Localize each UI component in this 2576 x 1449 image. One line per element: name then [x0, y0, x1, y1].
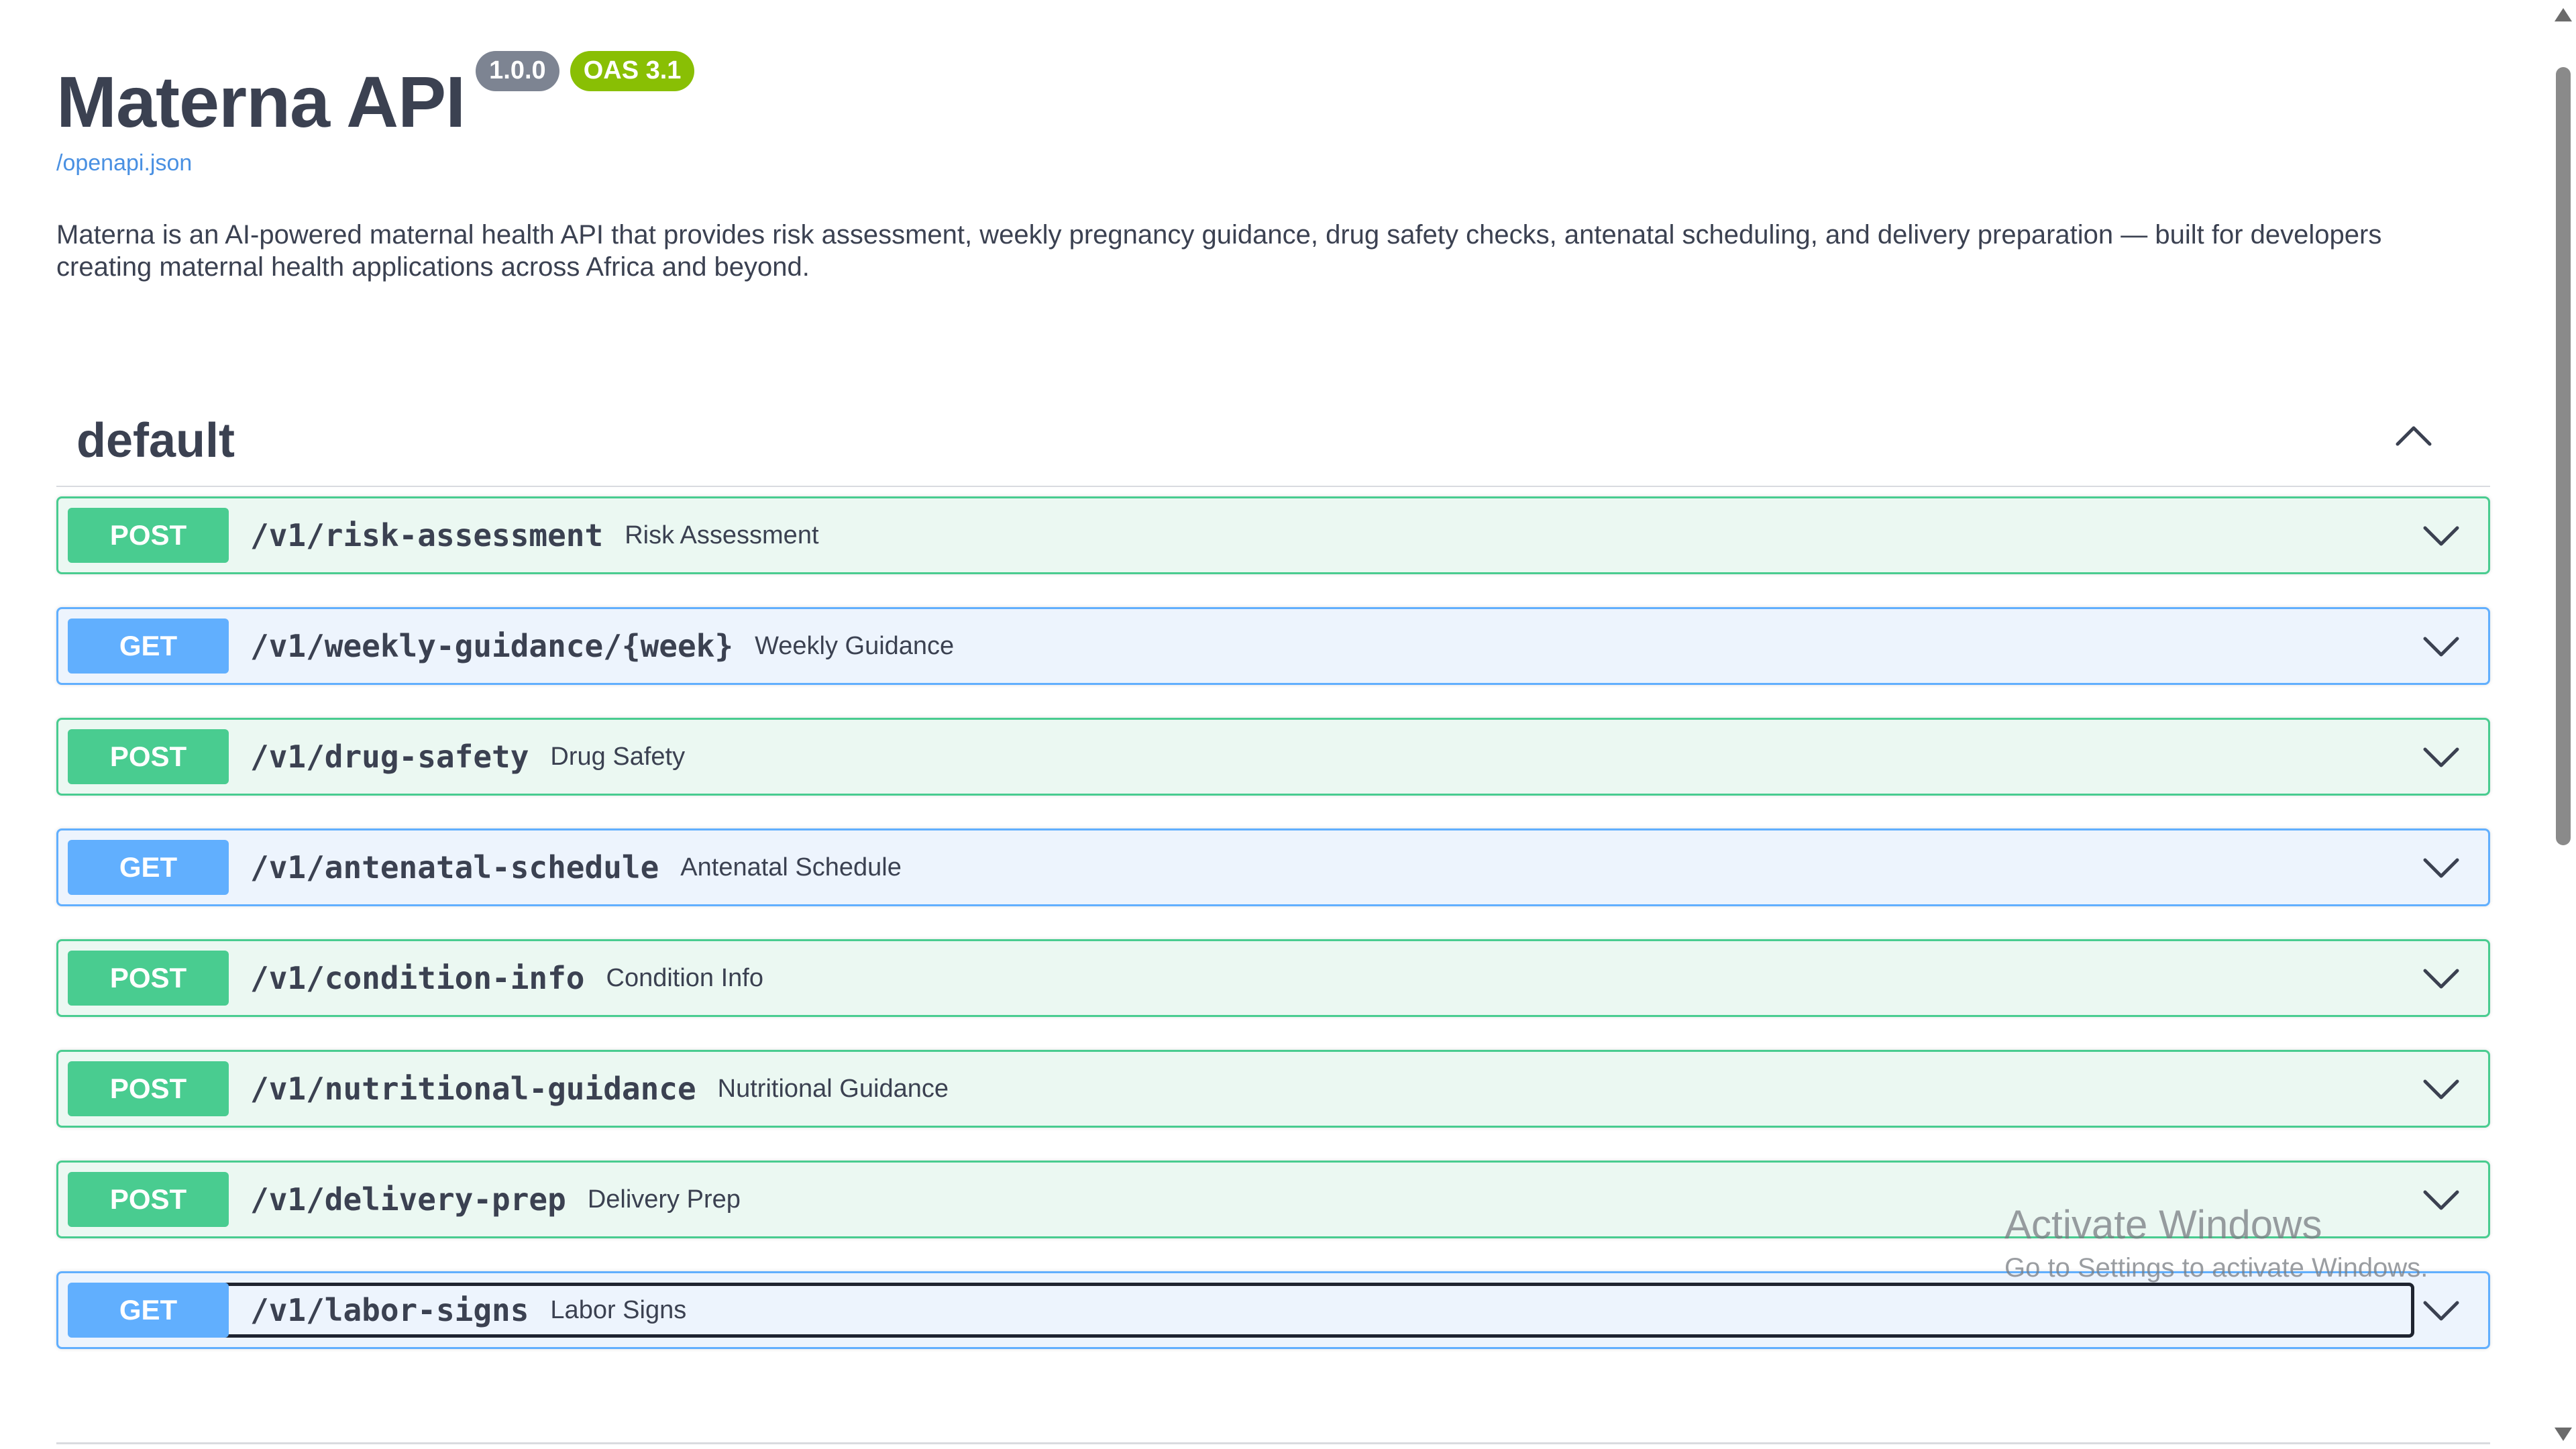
chevron-down-icon[interactable]	[2421, 851, 2461, 884]
operation-summary-text: Nutritional Guidance	[717, 1074, 949, 1103]
operation-nutritional-guidance[interactable]: POST /v1/nutritional-guidance Nutritiona…	[56, 1050, 2490, 1128]
operation-summary: POST /v1/risk-assessment Risk Assessment	[68, 508, 2479, 563]
chevron-down-icon[interactable]	[2421, 1183, 2461, 1216]
chevron-up-icon[interactable]	[2394, 416, 2434, 456]
operation-summary-text: Antenatal Schedule	[680, 853, 902, 881]
operation-delivery-prep[interactable]: POST /v1/delivery-prep Delivery Prep	[56, 1161, 2490, 1238]
operation-summary-text: Labor Signs	[550, 1295, 687, 1324]
method-badge: POST	[68, 729, 229, 784]
operation-summary-text: Condition Info	[606, 963, 764, 992]
operation-summary: POST /v1/drug-safety Drug Safety	[68, 729, 2479, 784]
section-divider	[56, 1442, 2490, 1444]
operation-summary-focused[interactable]: GET /v1/labor-signs Labor Signs	[68, 1283, 2414, 1338]
operation-summary: GET /v1/antenatal-schedule Antenatal Sch…	[68, 840, 2479, 895]
scroll-down-arrow-icon[interactable]	[2555, 1428, 2572, 1441]
oas-badge: OAS 3.1	[570, 51, 695, 91]
chevron-down-icon[interactable]	[2421, 1293, 2461, 1327]
openapi-json-link[interactable]: /openapi.json	[56, 150, 192, 176]
api-title-row: Materna API 1.0.0 OAS 3.1	[56, 51, 695, 142]
operation-labor-signs[interactable]: GET /v1/labor-signs Labor Signs	[56, 1271, 2490, 1349]
operation-summary-text: Weekly Guidance	[755, 631, 955, 660]
operation-path: /v1/drug-safety	[250, 739, 529, 775]
method-badge: POST	[68, 1172, 229, 1227]
chevron-down-icon[interactable]	[2421, 961, 2461, 995]
api-title: Materna API	[56, 61, 466, 142]
chevron-down-icon[interactable]	[2421, 629, 2461, 663]
operation-summary-text: Risk Assessment	[625, 521, 819, 549]
operation-summary: POST /v1/delivery-prep Delivery Prep	[68, 1172, 2479, 1227]
method-badge: POST	[68, 1061, 229, 1116]
operation-path: /v1/risk-assessment	[250, 517, 604, 553]
operation-path: /v1/delivery-prep	[250, 1181, 566, 1218]
method-badge: GET	[68, 619, 229, 674]
section-title: default	[76, 414, 235, 468]
operation-path: /v1/labor-signs	[250, 1292, 529, 1328]
operation-drug-safety[interactable]: POST /v1/drug-safety Drug Safety	[56, 718, 2490, 796]
swagger-page: Materna API 1.0.0 OAS 3.1 /openapi.json …	[0, 0, 2576, 1449]
operation-summary-text: Delivery Prep	[587, 1185, 741, 1214]
operation-path: /v1/condition-info	[250, 960, 585, 996]
chevron-down-icon[interactable]	[2421, 1072, 2461, 1106]
operation-summary: POST /v1/nutritional-guidance Nutritiona…	[68, 1061, 2479, 1116]
scroll-thumb[interactable]	[2556, 67, 2571, 845]
chevron-down-icon[interactable]	[2421, 519, 2461, 552]
operation-summary: POST /v1/condition-info Condition Info	[68, 951, 2479, 1006]
operation-path: /v1/antenatal-schedule	[250, 849, 659, 885]
section-header-default[interactable]: default	[56, 396, 2490, 487]
method-badge: POST	[68, 951, 229, 1006]
operation-path: /v1/nutritional-guidance	[250, 1071, 696, 1107]
api-description: Materna is an AI-powered maternal health…	[56, 220, 2382, 282]
method-badge: GET	[68, 1283, 229, 1338]
chevron-down-icon[interactable]	[2421, 740, 2461, 773]
operation-path: /v1/weekly-guidance/{week}	[250, 628, 734, 664]
operation-antenatal-schedule[interactable]: GET /v1/antenatal-schedule Antenatal Sch…	[56, 828, 2490, 906]
operation-summary-text: Drug Safety	[550, 742, 686, 771]
version-badge: 1.0.0	[476, 51, 559, 91]
operation-weekly-guidance[interactable]: GET /v1/weekly-guidance/{week} Weekly Gu…	[56, 607, 2490, 685]
operation-summary: GET /v1/weekly-guidance/{week} Weekly Gu…	[68, 619, 2479, 674]
method-badge: POST	[68, 508, 229, 563]
operation-condition-info[interactable]: POST /v1/condition-info Condition Info	[56, 939, 2490, 1017]
vertical-scrollbar[interactable]	[2549, 0, 2576, 1449]
operation-risk-assessment[interactable]: POST /v1/risk-assessment Risk Assessment	[56, 496, 2490, 574]
scroll-up-arrow-icon[interactable]	[2555, 8, 2572, 21]
method-badge: GET	[68, 840, 229, 895]
